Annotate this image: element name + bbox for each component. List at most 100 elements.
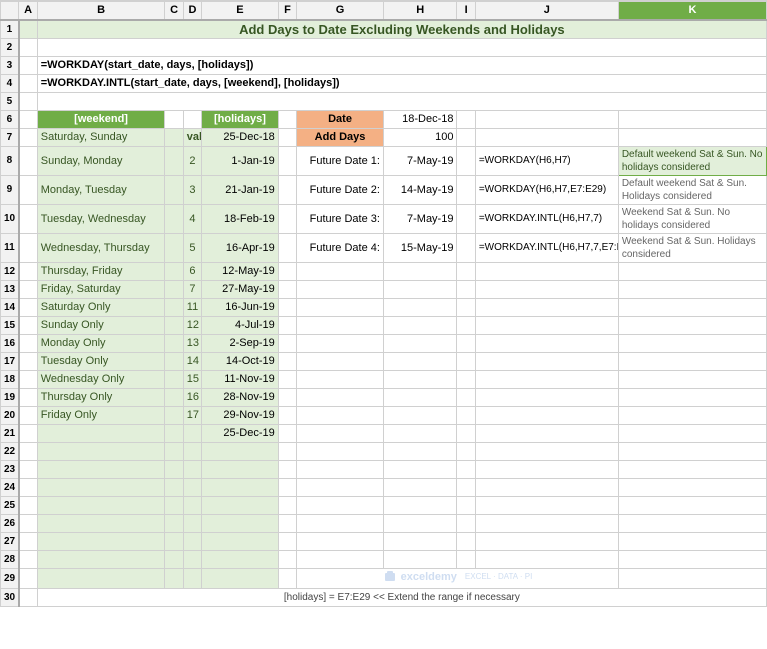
cell-A7	[19, 128, 37, 146]
row-23: 23	[1, 460, 767, 478]
cell-D9: 3	[183, 175, 201, 204]
cell-J6	[475, 110, 618, 128]
row-15: 15 Sunday Only 12 4-Jul-19	[1, 316, 767, 334]
row-30: 30 [holidays] = E7:E29 << Extend the ran…	[1, 588, 767, 606]
row-header-7: 7	[1, 128, 19, 146]
cell-E7-holiday: 25-Dec-18	[202, 128, 279, 146]
cell-H8-fd1-value: 7-May-19	[383, 146, 457, 175]
row-24: 24	[1, 478, 767, 496]
row-16: 16 Monday Only 13 2-Sep-19	[1, 334, 767, 352]
col-header-C: C	[165, 2, 183, 20]
cell-D8: 2	[183, 146, 201, 175]
cell-A4	[19, 74, 37, 92]
row-13: 13 Friday, Saturday 7 27-May-19	[1, 280, 767, 298]
cell-H6-date-value: 18-Dec-18	[383, 110, 457, 128]
cell-B7: Saturday, Sunday	[37, 128, 165, 146]
cell-A11	[19, 233, 37, 262]
col-header-A: A	[19, 2, 37, 20]
cell-F8	[278, 146, 296, 175]
cell-D7-value: value	[183, 128, 201, 146]
cell-I9	[457, 175, 475, 204]
cell-E8-holiday: 1-Jan-19	[202, 146, 279, 175]
row-header-1: 1	[1, 20, 19, 39]
cell-I8	[457, 146, 475, 175]
cell-A6	[19, 110, 37, 128]
cell-G8-fd1-label: Future Date 1:	[297, 146, 384, 175]
cell-A2	[19, 38, 37, 56]
cell-A1	[19, 20, 37, 39]
cell-G9-fd2-label: Future Date 2:	[297, 175, 384, 204]
row-header-5: 5	[1, 92, 19, 110]
row-29: 29 exceldemy EXCEL · DATA · PI	[1, 568, 767, 588]
row-header-3: 3	[1, 56, 19, 74]
cell-H7-adddays-value: 100	[383, 128, 457, 146]
cell-D11: 5	[183, 233, 201, 262]
corner-header	[1, 2, 19, 20]
cell-I10	[457, 204, 475, 233]
cell-C9	[165, 175, 183, 204]
row-2: 2	[1, 38, 767, 56]
cell-G11-fd4-label: Future Date 4:	[297, 233, 384, 262]
row-10: 10 Tuesday, Wednesday 4 18-Feb-19 Future…	[1, 204, 767, 233]
cell-J10-fd3-formula: =WORKDAY.INTL(H6,H7,7)	[475, 204, 618, 233]
cell-G7-adddays-label: Add Days	[297, 128, 384, 146]
cell-D10: 4	[183, 204, 201, 233]
row-header-9: 9	[1, 175, 19, 204]
row-18: 18 Wednesday Only 15 11-Nov-19	[1, 370, 767, 388]
footer-note: [holidays] = E7:E29 << Extend the range …	[37, 588, 766, 606]
cell-K11-fd4-note: Weekend Sat & Sun. Holidays considered	[618, 233, 766, 262]
cell-F7	[278, 128, 296, 146]
row-17: 17 Tuesday Only 14 14-Oct-19	[1, 352, 767, 370]
cell-H9-fd2-value: 14-May-19	[383, 175, 457, 204]
row-21: 21 25-Dec-19	[1, 424, 767, 442]
row-header-8: 8	[1, 146, 19, 175]
row-7: 7 Saturday, Sunday value 25-Dec-18 Add D…	[1, 128, 767, 146]
cell-F6	[278, 110, 296, 128]
cell-B6-weekend-header: [weekend]	[37, 110, 165, 128]
cell-K8-fd1-note: Default weekend Sat & Sun. No holidays c…	[618, 146, 766, 175]
cell-F9	[278, 175, 296, 204]
cell-C10	[165, 204, 183, 233]
cell-C6	[165, 110, 183, 128]
cell-J9-fd2-formula: =WORKDAY(H6,H7,E7:E29)	[475, 175, 618, 204]
watermark: exceldemy EXCEL · DATA · PI	[297, 568, 619, 588]
cell-A10	[19, 204, 37, 233]
cell-I11	[457, 233, 475, 262]
cell-B8: Sunday, Monday	[37, 146, 165, 175]
cell-formula2: =WORKDAY.INTL(start_date, days, [weekend…	[37, 74, 766, 92]
col-header-B: B	[37, 2, 165, 20]
row-4: 4 =WORKDAY.INTL(start_date, days, [weeke…	[1, 74, 767, 92]
row-14: 14 Saturday Only 11 16-Jun-19	[1, 298, 767, 316]
cell-I7	[457, 128, 475, 146]
cell-B2	[37, 38, 766, 56]
cell-E10-holiday: 18-Feb-19	[202, 204, 279, 233]
cell-A9	[19, 175, 37, 204]
cell-F10	[278, 204, 296, 233]
row-1: 1 Add Days to Date Excluding Weekends an…	[1, 20, 767, 39]
cell-G10-fd3-label: Future Date 3:	[297, 204, 384, 233]
cell-H10-fd3-value: 7-May-19	[383, 204, 457, 233]
col-header-G: G	[297, 2, 384, 20]
row-6: 6 [weekend] [holidays] Date 18-Dec-18	[1, 110, 767, 128]
row-header-6: 6	[1, 110, 19, 128]
main-grid: A B C D E F G H I J K 1 Add	[0, 1, 767, 649]
spreadsheet: A B C D E F G H I J K 1 Add	[0, 0, 767, 649]
cell-title: Add Days to Date Excluding Weekends and …	[37, 20, 766, 39]
cell-D6	[183, 110, 201, 128]
row-28: 28	[1, 550, 767, 568]
col-header-K: K	[618, 2, 766, 20]
col-header-H: H	[383, 2, 457, 20]
spreadsheet-table: A B C D E F G H I J K 1 Add	[0, 1, 767, 607]
row-header-4: 4	[1, 74, 19, 92]
cell-K9-fd2-note: Default weekend Sat & Sun. Holidays cons…	[618, 175, 766, 204]
cell-formula1: =WORKDAY(start_date, days, [holidays])	[37, 56, 766, 74]
row-11: 11 Wednesday, Thursday 5 16-Apr-19 Futur…	[1, 233, 767, 262]
row-12: 12 Thursday, Friday 6 12-May-19	[1, 262, 767, 280]
row-header-10: 10	[1, 204, 19, 233]
cell-K7	[618, 128, 766, 146]
cell-A8	[19, 146, 37, 175]
cell-F11	[278, 233, 296, 262]
cell-B11: Wednesday, Thursday	[37, 233, 165, 262]
row-19: 19 Thursday Only 16 28-Nov-19	[1, 388, 767, 406]
cell-I6	[457, 110, 475, 128]
